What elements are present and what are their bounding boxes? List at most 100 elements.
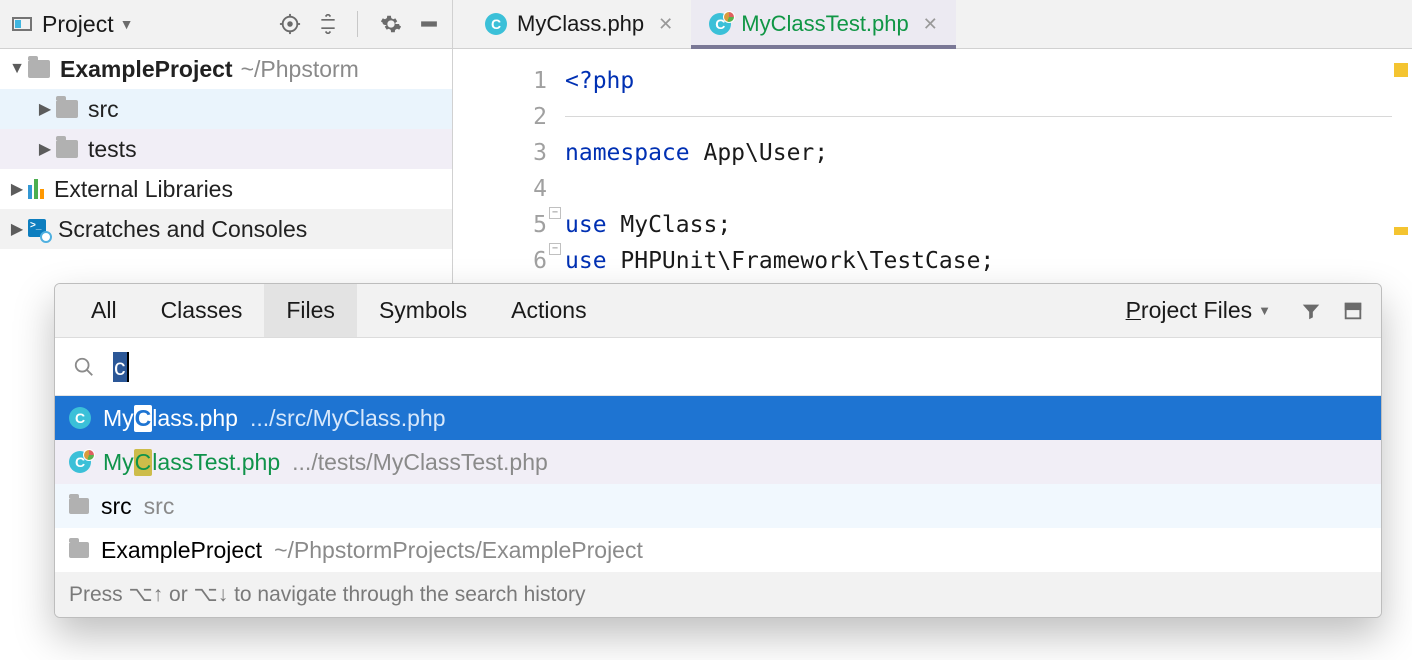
- editor-marker-strip[interactable]: [1392, 49, 1412, 283]
- tab-label: All: [91, 297, 117, 324]
- project-toolwindow-header: Project ▼: [0, 0, 452, 49]
- line-number: 1: [453, 63, 547, 99]
- project-view-icon: [12, 17, 32, 31]
- scope-mnemonic: P: [1126, 297, 1141, 323]
- code-token: <?php: [565, 68, 634, 94]
- inspection-marker[interactable]: [1394, 63, 1408, 77]
- result-filename: MyClass.php: [103, 405, 238, 432]
- project-view-title[interactable]: Project: [42, 11, 114, 38]
- tab-label: Classes: [161, 297, 243, 324]
- chevron-down-icon: ▼: [1258, 303, 1271, 318]
- class-file-icon: C: [485, 13, 507, 35]
- search-icon: [73, 356, 95, 378]
- class-file-icon: C: [69, 407, 91, 429]
- chevron-right-icon[interactable]: ▶: [6, 179, 28, 199]
- search-tab-symbols[interactable]: Symbols: [357, 284, 489, 337]
- result-path: src: [144, 493, 175, 520]
- code-editor[interactable]: 1 2 3 4 5 6 <?php namespace App\User; −u…: [453, 49, 1412, 283]
- folder-icon: [69, 542, 89, 558]
- text-caret: [127, 352, 129, 382]
- code-token: App\User;: [703, 140, 828, 166]
- editor-tabstrip: C MyClass.php ✕ C MyClassTest.php ✕: [453, 0, 1412, 49]
- code-token: use: [565, 212, 620, 238]
- folder-icon: [28, 60, 50, 78]
- tab-label: MyClass.php: [517, 11, 644, 37]
- scope-label: roject Files: [1141, 297, 1252, 323]
- gear-icon[interactable]: [378, 11, 404, 37]
- search-everywhere-popup: All Classes Files Symbols Actions Projec…: [54, 283, 1382, 618]
- result-filename: MyClassTest.php: [103, 449, 280, 476]
- result-filename: src: [101, 493, 132, 520]
- fold-icon[interactable]: −: [549, 243, 561, 255]
- fold-icon[interactable]: −: [549, 207, 561, 219]
- tree-node-label: External Libraries: [54, 176, 233, 203]
- hide-icon[interactable]: [416, 11, 442, 37]
- tree-node-external-libs[interactable]: ▶ External Libraries: [0, 169, 452, 209]
- search-result-item[interactable]: ExampleProject ~/PhpstormProjects/Exampl…: [55, 528, 1381, 572]
- libraries-icon: [28, 179, 44, 199]
- search-popup-tabstrip: All Classes Files Symbols Actions Projec…: [55, 284, 1381, 338]
- editor-tab-myclass[interactable]: C MyClass.php ✕: [467, 0, 691, 48]
- search-scope-selector[interactable]: Project Files ▼: [1126, 297, 1271, 324]
- tree-node-label: tests: [88, 136, 137, 163]
- pin-window-icon[interactable]: [1339, 297, 1367, 325]
- project-root-path: ~/Phpstorm: [241, 56, 359, 83]
- search-tab-actions[interactable]: Actions: [489, 284, 608, 337]
- search-input[interactable]: c: [113, 352, 129, 382]
- chevron-right-icon[interactable]: ▶: [6, 219, 28, 239]
- line-number: 4: [453, 171, 547, 207]
- folder-icon: [56, 100, 78, 118]
- line-number: 6: [453, 243, 547, 279]
- search-tab-files[interactable]: Files: [264, 284, 357, 337]
- tab-label: Symbols: [379, 297, 467, 324]
- scratches-icon: [28, 219, 48, 239]
- tree-node-scratches[interactable]: ▶ Scratches and Consoles: [0, 209, 452, 249]
- tree-node-label: src: [88, 96, 119, 123]
- line-number: 5: [453, 207, 547, 243]
- filter-icon[interactable]: [1297, 297, 1325, 325]
- test-class-file-icon: C: [709, 13, 731, 35]
- result-filename: ExampleProject: [101, 537, 262, 564]
- line-number: 2: [453, 99, 547, 135]
- project-view-dropdown-icon[interactable]: ▼: [120, 16, 134, 32]
- tab-label: Files: [286, 297, 335, 324]
- search-popup-footer-hint: Press ⌥↑ or ⌥↓ to navigate through the s…: [55, 572, 1381, 617]
- line-number: 3: [453, 135, 547, 171]
- code-token: PHPUnit\Framework\TestCase;: [620, 248, 994, 274]
- result-path: .../src/MyClass.php: [250, 405, 446, 432]
- chevron-down-icon[interactable]: ▼: [6, 60, 28, 78]
- project-sidebar: Project ▼ ▼: [0, 0, 453, 283]
- search-results-list: C MyClass.php .../src/MyClass.php C MyCl…: [55, 396, 1381, 572]
- inspection-marker[interactable]: [1394, 227, 1408, 235]
- search-query-text: c: [113, 352, 127, 382]
- tree-node-project-root[interactable]: ▼ ExampleProject ~/Phpstorm: [0, 49, 452, 89]
- project-root-name: ExampleProject: [60, 56, 233, 83]
- code-token: use: [565, 248, 620, 274]
- close-icon[interactable]: ✕: [923, 14, 938, 35]
- code-token: namespace: [565, 140, 703, 166]
- result-path: ~/PhpstormProjects/ExampleProject: [274, 537, 643, 564]
- test-class-file-icon: C: [69, 451, 91, 473]
- search-result-item[interactable]: C MyClassTest.php .../tests/MyClassTest.…: [55, 440, 1381, 484]
- tree-node-src[interactable]: ▶ src: [0, 89, 452, 129]
- expand-all-icon[interactable]: [315, 11, 341, 37]
- locate-icon[interactable]: [277, 11, 303, 37]
- tree-node-tests[interactable]: ▶ tests: [0, 129, 452, 169]
- code-content[interactable]: <?php namespace App\User; −use MyClass; …: [565, 49, 1412, 283]
- editor-area: C MyClass.php ✕ C MyClassTest.php ✕ 1 2 …: [453, 0, 1412, 283]
- search-result-item[interactable]: C MyClass.php .../src/MyClass.php: [55, 396, 1381, 440]
- search-input-row: c: [55, 338, 1381, 396]
- chevron-right-icon[interactable]: ▶: [34, 99, 56, 119]
- folder-icon: [69, 498, 89, 514]
- search-tab-all[interactable]: All: [69, 284, 139, 337]
- chevron-right-icon[interactable]: ▶: [34, 139, 56, 159]
- tab-label: MyClassTest.php: [741, 11, 909, 37]
- project-tree[interactable]: ▼ ExampleProject ~/Phpstorm ▶ src ▶ test…: [0, 49, 452, 249]
- code-token: MyClass;: [620, 212, 731, 238]
- result-path: .../tests/MyClassTest.php: [292, 449, 548, 476]
- search-tab-classes[interactable]: Classes: [139, 284, 265, 337]
- close-icon[interactable]: ✕: [658, 14, 673, 35]
- folder-icon: [56, 140, 78, 158]
- editor-tab-myclasstest[interactable]: C MyClassTest.php ✕: [691, 0, 956, 48]
- search-result-item[interactable]: src src: [55, 484, 1381, 528]
